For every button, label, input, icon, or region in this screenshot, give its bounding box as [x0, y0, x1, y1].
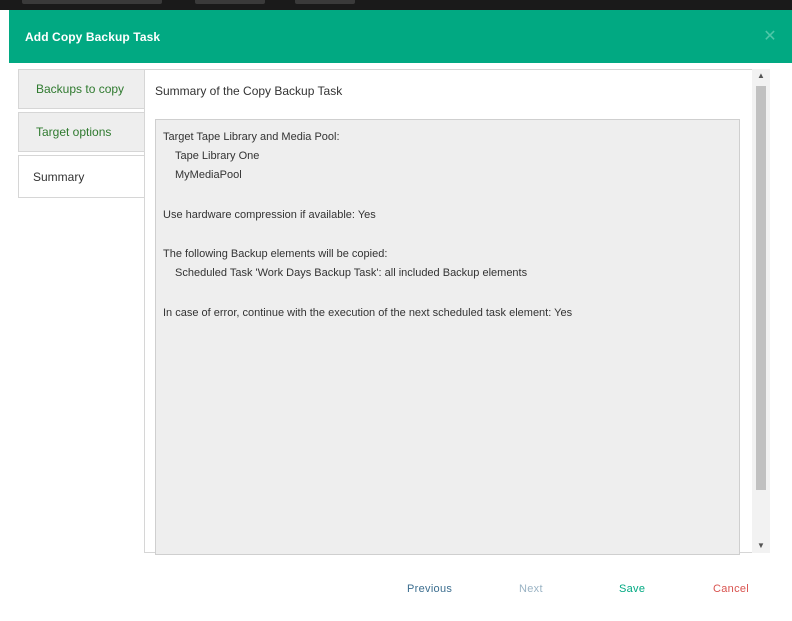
summary-line: Scheduled Task 'Work Days Backup Task': … [175, 267, 528, 279]
summary-line: MyMediaPool [175, 169, 242, 181]
summary-heading: Summary of the Copy Backup Task [155, 84, 343, 98]
summary-line: Target Tape Library and Media Pool: [163, 131, 340, 143]
dialog-title: Add Copy Backup Task [25, 30, 161, 44]
summary-line: Use hardware compression if available: Y… [163, 209, 376, 221]
next-button[interactable]: Next [519, 583, 543, 595]
vertical-scrollbar[interactable]: ▲ ▼ [752, 69, 770, 553]
step-label: Summary [33, 169, 85, 184]
summary-line: In case of error, continue with the exec… [163, 307, 573, 319]
summary-line: Tape Library One [175, 150, 260, 162]
wizard-steps: Backups to copy Target options Summary [18, 69, 145, 201]
dialog-header: Add Copy Backup Task ✕ [9, 10, 792, 63]
cancel-button[interactable]: Cancel [713, 583, 749, 595]
step-label: Target options [36, 125, 112, 139]
scrollbar-thumb[interactable] [756, 86, 766, 490]
step-summary[interactable]: Summary [18, 155, 145, 198]
summary-panel: Summary of the Copy Backup Task Target T… [144, 69, 759, 555]
summary-line: The following Backup elements will be co… [163, 248, 388, 260]
step-label: Backups to copy [36, 82, 125, 96]
close-icon[interactable]: ✕ [762, 29, 778, 45]
summary-text-box: Target Tape Library and Media Pool: Tape… [155, 119, 740, 555]
step-backups-to-copy[interactable]: Backups to copy [18, 69, 145, 109]
previous-button[interactable]: Previous [407, 583, 452, 595]
save-button[interactable]: Save [619, 583, 645, 595]
step-target-options[interactable]: Target options [18, 112, 145, 152]
background-app-strip [0, 0, 792, 10]
scroll-up-arrow-icon[interactable]: ▲ [752, 69, 770, 83]
scroll-down-arrow-icon[interactable]: ▼ [752, 539, 770, 553]
